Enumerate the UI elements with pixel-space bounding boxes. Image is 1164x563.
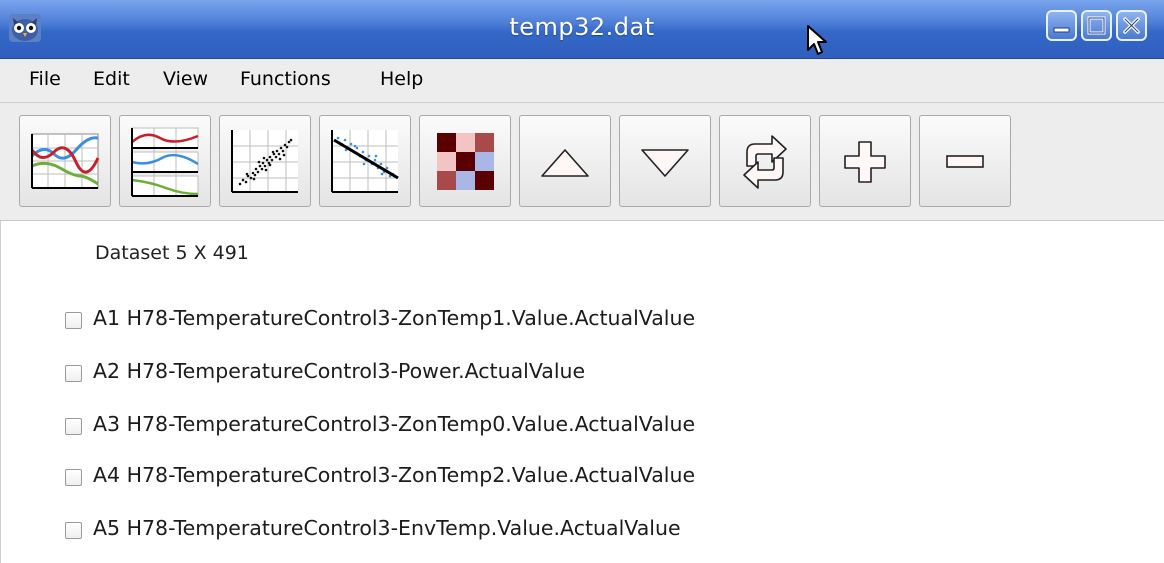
signal-panel: Dataset 5 X 491 A1 H78-TemperatureContro… — [0, 221, 1164, 563]
correlation-matrix-icon — [437, 133, 494, 190]
regression-plot-icon — [331, 130, 399, 193]
signal-label: A5 H78-TemperatureControl3-EnvTemp.Value… — [93, 516, 681, 540]
correlation-matrix-button[interactable] — [419, 115, 511, 207]
close-icon — [1123, 17, 1140, 34]
scatter-plot-button[interactable] — [219, 115, 311, 207]
signal-checkbox[interactable] — [65, 418, 82, 435]
regression-plot-button[interactable] — [319, 115, 411, 207]
menu-bar: File Edit View Functions Help — [0, 59, 1164, 103]
multi-line-chart-icon — [30, 133, 100, 189]
menu-view[interactable]: View — [163, 68, 208, 90]
window-title: temp32.dat — [509, 13, 655, 41]
menu-file[interactable]: File — [29, 68, 61, 90]
menu-edit[interactable]: Edit — [93, 68, 130, 90]
title-bar[interactable]: temp32.dat — [0, 0, 1164, 59]
maximize-button[interactable] — [1081, 10, 1112, 41]
move-up-button[interactable] — [519, 115, 611, 207]
close-button[interactable] — [1116, 10, 1147, 41]
move-up-icon — [541, 149, 589, 177]
maximize-icon — [1087, 16, 1106, 35]
move-down-button[interactable] — [619, 115, 711, 207]
stacked-charts-button[interactable] — [119, 115, 211, 207]
signal-checkbox[interactable] — [65, 312, 82, 329]
refresh-icon — [743, 135, 787, 189]
minimize-button[interactable] — [1046, 10, 1077, 41]
application-window: temp32.dat File Edit View Functions Help… — [0, 0, 1164, 563]
toolbar — [0, 103, 1164, 221]
menu-help[interactable]: Help — [380, 68, 423, 90]
mouse-pointer-icon — [806, 24, 832, 58]
move-down-icon — [641, 149, 689, 177]
signal-label: A1 H78-TemperatureControl3-ZonTemp1.Valu… — [93, 306, 696, 330]
signal-checkbox[interactable] — [65, 522, 82, 539]
signal-checkbox[interactable] — [65, 365, 82, 382]
remove-icon — [946, 155, 984, 168]
stacked-line-charts-icon — [131, 127, 199, 197]
line-chart-button[interactable] — [19, 115, 111, 207]
signal-checkbox[interactable] — [65, 469, 82, 486]
signal-label: A2 H78-TemperatureControl3-Power.ActualV… — [93, 359, 586, 383]
refresh-button[interactable] — [719, 115, 811, 207]
scatter-plot-icon — [231, 130, 298, 193]
minimize-icon — [1053, 27, 1070, 33]
menu-functions[interactable]: Functions — [240, 68, 331, 90]
add-icon — [844, 141, 886, 183]
remove-button[interactable] — [919, 115, 1011, 207]
add-button[interactable] — [819, 115, 911, 207]
dataset-size-label: Dataset 5 X 491 — [95, 242, 249, 264]
signal-label: A3 H78-TemperatureControl3-ZonTemp0.Valu… — [93, 412, 696, 436]
signal-label: A4 H78-TemperatureControl3-ZonTemp2.Valu… — [93, 463, 696, 487]
